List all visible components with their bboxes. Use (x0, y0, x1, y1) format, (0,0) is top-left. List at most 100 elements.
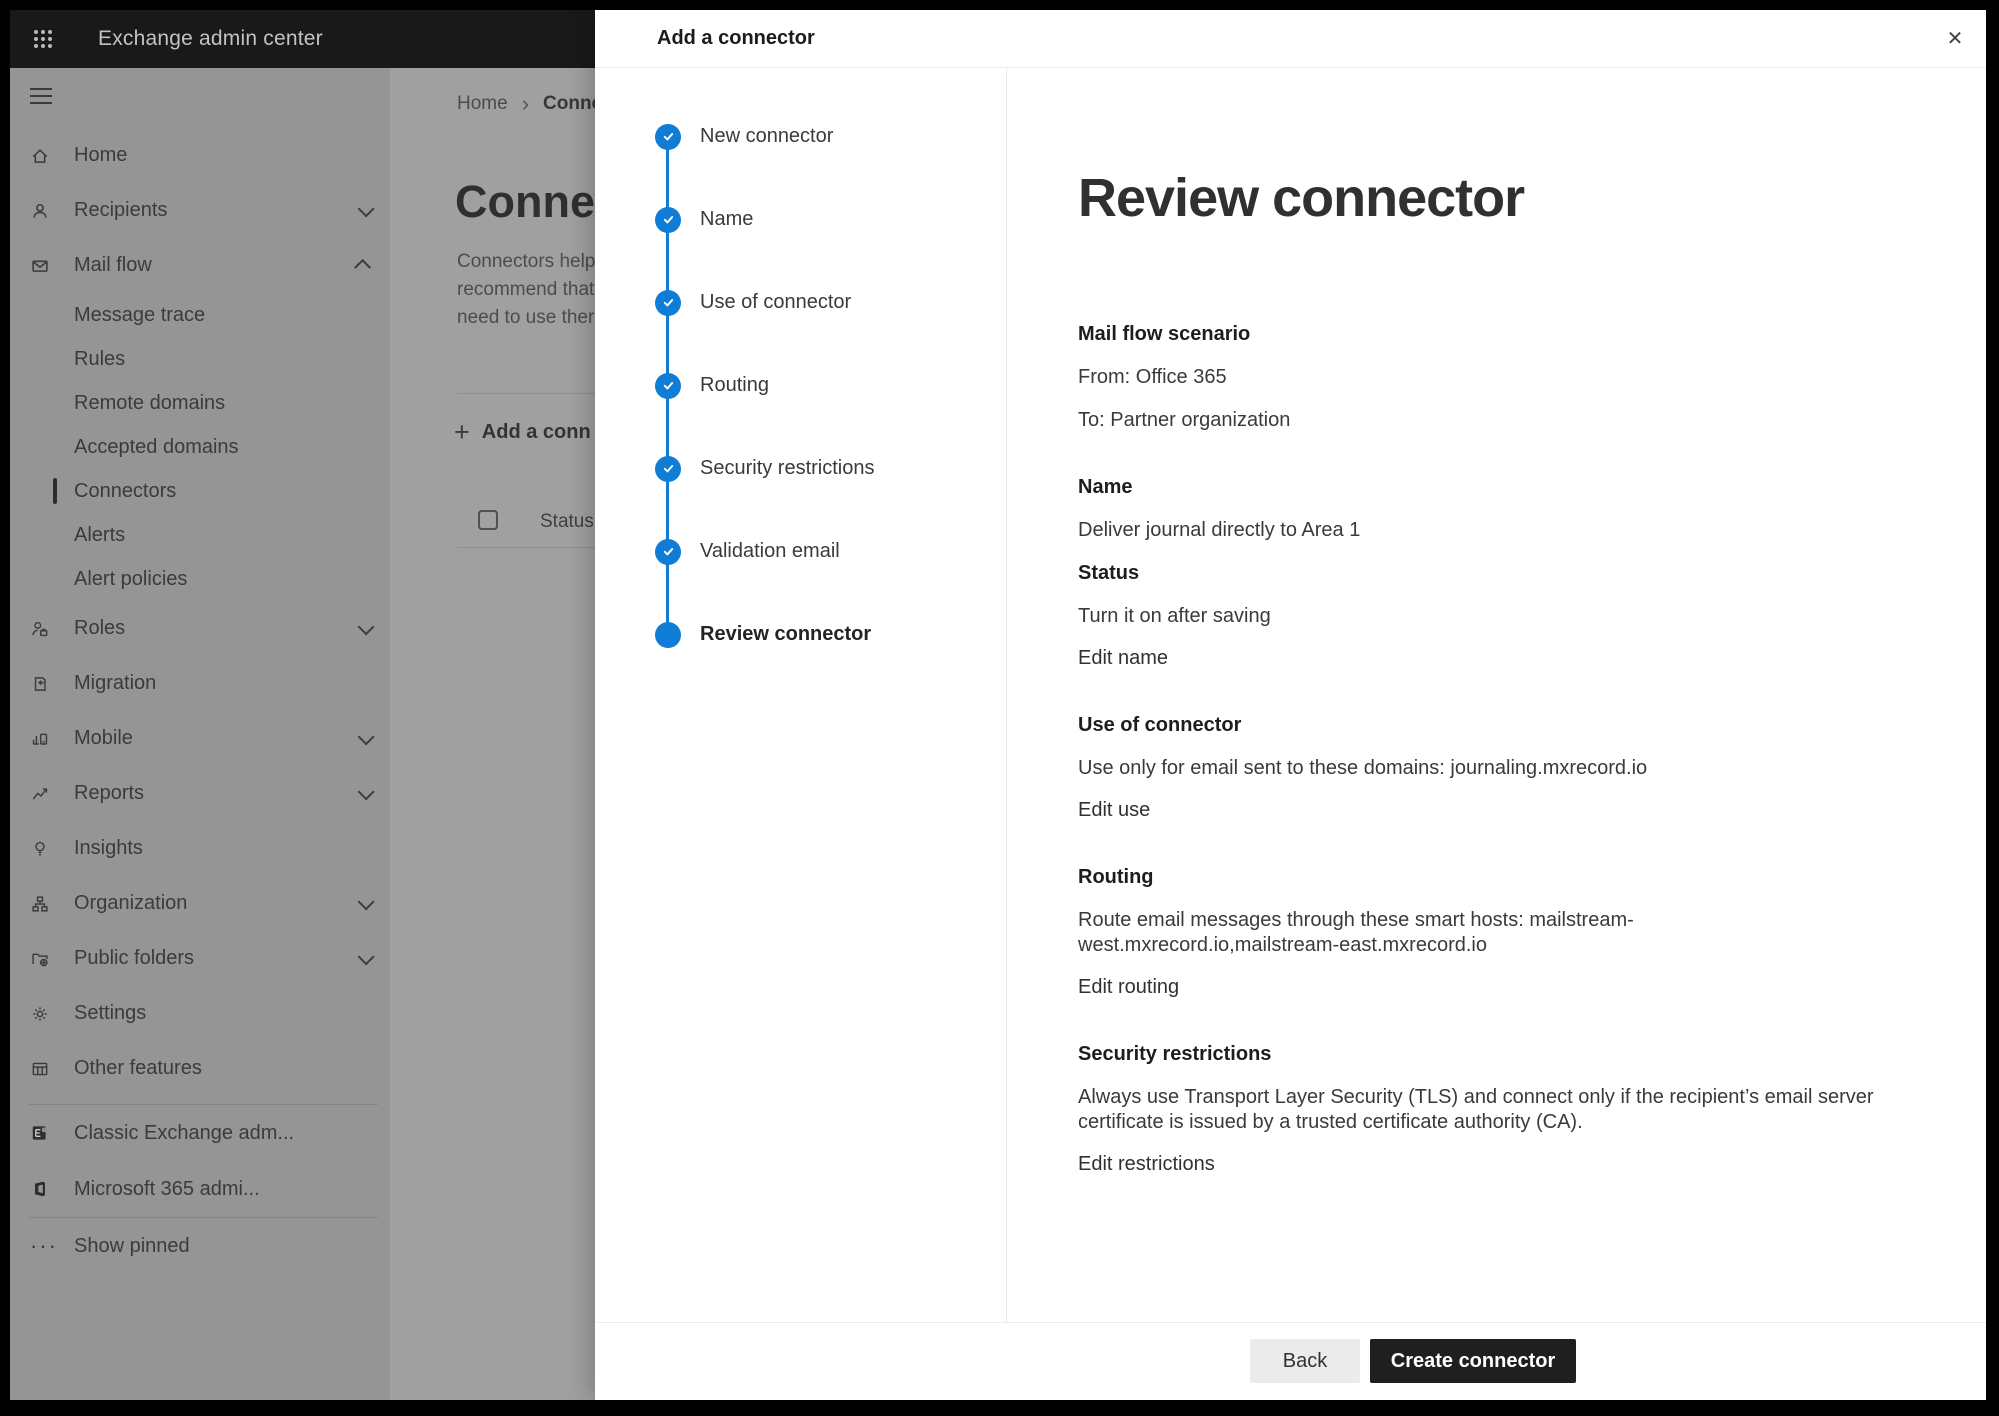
add-connector-button[interactable]: + Add a conn (454, 415, 591, 449)
sidebar-item-connectors[interactable]: Connectors (10, 469, 390, 513)
wizard-step-name[interactable]: Name (595, 178, 1006, 261)
status-column-header: Status (540, 511, 594, 533)
organization-icon (30, 894, 50, 914)
create-connector-button[interactable]: Create connector (1370, 1339, 1576, 1383)
edit-restrictions-link[interactable]: Edit restrictions (1078, 1152, 1215, 1177)
check-icon (662, 379, 675, 392)
close-icon[interactable]: ✕ (1939, 23, 1971, 55)
wizard-step-new-connector[interactable]: New connector (595, 95, 1006, 178)
sidebar-item-label: Reports (74, 782, 144, 805)
sidebar-item-migration[interactable]: Migration (10, 656, 390, 711)
wizard-step-security-restrictions[interactable]: Security restrictions (595, 427, 1006, 510)
breadcrumb-separator-icon: › (522, 91, 529, 117)
sidebar-item-alert-policies[interactable]: Alert policies (10, 557, 390, 601)
review-heading: Review connector (1078, 68, 1926, 230)
sidebar-item-home[interactable]: Home (10, 128, 390, 183)
check-icon (662, 296, 675, 309)
microsoft-365-icon (30, 1179, 50, 1199)
sidebar-item-label: Settings (74, 1002, 146, 1025)
sidebar-item-accepted-domains[interactable]: Accepted domains (10, 425, 390, 469)
sidebar-item-settings[interactable]: Settings (10, 986, 390, 1041)
waffle-icon (32, 28, 54, 50)
step-label: New connector (700, 125, 833, 148)
select-all-checkbox[interactable] (478, 510, 498, 530)
home-icon (30, 146, 50, 166)
sidebar-item-label: Classic Exchange adm... (74, 1122, 294, 1145)
mail-flow-to: To: Partner organization (1078, 408, 1878, 433)
step-done-icon (655, 539, 681, 565)
breadcrumb-home-link[interactable]: Home (457, 93, 508, 115)
sidebar-item-mail-flow[interactable]: Mail flow (10, 238, 390, 293)
check-icon (662, 130, 675, 143)
sidebar-item-remote-domains[interactable]: Remote domains (10, 381, 390, 425)
edit-routing-link[interactable]: Edit routing (1078, 975, 1179, 1000)
hamburger-menu-icon[interactable] (30, 88, 52, 104)
plus-icon: + (454, 419, 470, 446)
sidebar-item-organization[interactable]: Organization (10, 876, 390, 931)
sidebar-item-message-trace[interactable]: Message trace (10, 293, 390, 337)
breadcrumb-current: Conne (543, 93, 602, 115)
check-icon (662, 213, 675, 226)
page-intro-text: Connectors help recommend that need to u… (457, 248, 595, 332)
add-connector-dialog: Add a connector ✕ New connector Name (595, 10, 1986, 1400)
edit-name-link[interactable]: Edit name (1078, 646, 1168, 671)
sidebar-item-reports[interactable]: Reports (10, 766, 390, 821)
sidebar-item-alerts[interactable]: Alerts (10, 513, 390, 557)
routing-heading: Routing (1078, 865, 1878, 890)
edit-use-link[interactable]: Edit use (1078, 798, 1150, 823)
table-grid-icon (30, 1059, 50, 1079)
gear-icon (30, 1004, 50, 1024)
sidebar-item-classic-exchange-admin[interactable]: Classic Exchange adm... (10, 1105, 390, 1161)
sidebar-item-label: Connectors (74, 480, 176, 503)
sidebar-item-label: Roles (74, 617, 125, 640)
wizard-step-review-connector[interactable]: Review connector (595, 593, 1006, 676)
check-icon (662, 545, 675, 558)
wizard-step-validation-email[interactable]: Validation email (595, 510, 1006, 593)
name-heading: Name (1078, 475, 1878, 500)
sidebar-item-label: Public folders (74, 947, 194, 970)
sidebar-item-label: Accepted domains (74, 436, 239, 459)
insights-lightbulb-icon (30, 839, 50, 859)
roles-icon (30, 619, 50, 639)
sidebar-item-label: Organization (74, 892, 187, 915)
sidebar-item-rules[interactable]: Rules (10, 337, 390, 381)
app-title: Exchange admin center (98, 27, 323, 51)
dialog-header: Add a connector ✕ (595, 10, 1986, 68)
mail-icon (30, 256, 50, 276)
chevron-down-icon (358, 618, 375, 635)
wizard-step-use-of-connector[interactable]: Use of connector (595, 261, 1006, 344)
chevron-down-icon (358, 893, 375, 910)
sidebar-item-label: Alerts (74, 524, 125, 547)
sidebar-item-roles[interactable]: Roles (10, 601, 390, 656)
sidebar-item-recipients[interactable]: Recipients (10, 183, 390, 238)
sidebar-item-label: Insights (74, 837, 143, 860)
sidebar-item-insights[interactable]: Insights (10, 821, 390, 876)
sidebar-item-other-features[interactable]: Other features (10, 1041, 390, 1096)
sidebar-item-label: Rules (74, 348, 125, 371)
sidebar-item-mobile[interactable]: Mobile (10, 711, 390, 766)
check-icon (662, 462, 675, 475)
sidebar-item-label: Recipients (74, 199, 167, 222)
mail-flow-scenario-heading: Mail flow scenario (1078, 322, 1878, 347)
name-value: Deliver journal directly to Area 1 (1078, 518, 1878, 543)
back-button[interactable]: Back (1250, 1339, 1360, 1383)
chevron-up-icon (354, 258, 371, 275)
chevron-down-icon (358, 728, 375, 745)
app-launcher-waffle-icon[interactable] (32, 28, 54, 50)
wizard-step-routing[interactable]: Routing (595, 344, 1006, 427)
sidebar-item-public-folders[interactable]: Public folders (10, 931, 390, 986)
chevron-down-icon (358, 200, 375, 217)
dialog-title: Add a connector (657, 27, 815, 50)
sidebar-nav-list: Home Recipients Mail flow (10, 128, 390, 1096)
step-done-icon (655, 207, 681, 233)
sidebar-item-microsoft-365-admin[interactable]: Microsoft 365 admi... (10, 1161, 390, 1217)
security-restrictions-value: Always use Transport Layer Security (TLS… (1078, 1085, 1878, 1135)
sidebar-item-show-pinned[interactable]: ··· Show pinned (10, 1218, 390, 1274)
wizard-steps: New connector Name Use of connector (595, 68, 1007, 1322)
app-window: Exchange admin center Home Recipients (10, 10, 1986, 1400)
sidebar-item-label: Remote domains (74, 392, 225, 415)
sidebar-item-label: Alert policies (74, 568, 187, 591)
sidebar: Home Recipients Mail flow (10, 68, 390, 1400)
sidebar-item-label: Other features (74, 1057, 202, 1080)
step-label: Security restrictions (700, 457, 875, 480)
